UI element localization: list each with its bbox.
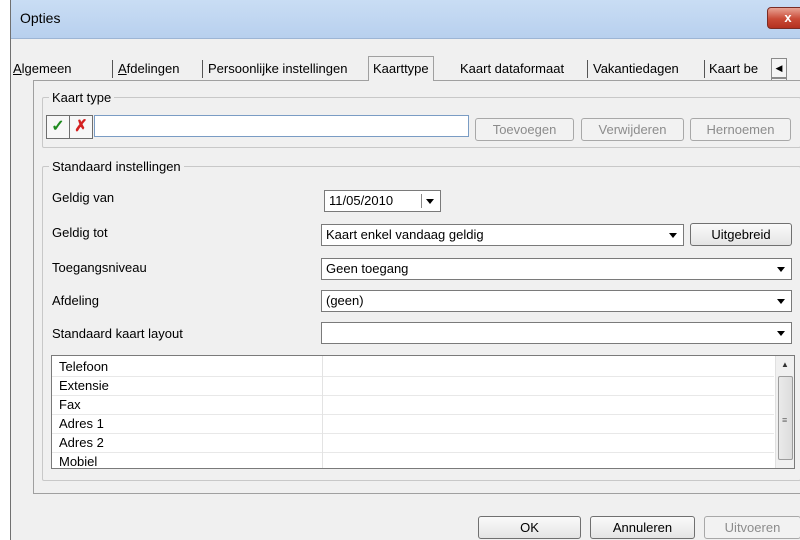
cancel-x-icon[interactable]: ✗ xyxy=(69,115,93,139)
list-item[interactable]: Adres 1 xyxy=(52,413,774,434)
verwijderen-button[interactable]: Verwijderen xyxy=(581,118,684,141)
list-item[interactable]: Fax xyxy=(52,394,774,415)
geldig-tot-value: Kaart enkel vandaag geldig xyxy=(326,227,484,242)
list-item[interactable]: Adres 2 xyxy=(52,432,774,453)
kaart-type-legend: Kaart type xyxy=(52,90,112,105)
kaart-type-input[interactable] xyxy=(94,115,469,137)
title-bar: Opties x xyxy=(11,0,800,39)
chevron-down-icon xyxy=(669,233,677,238)
uitvoeren-button[interactable]: Uitvoeren xyxy=(704,516,800,539)
tab-kaart-dataformaat[interactable]: Kaart dataformaat xyxy=(460,59,564,79)
hernoemen-button[interactable]: Hernoemen xyxy=(690,118,791,141)
chevron-down-icon xyxy=(426,199,434,204)
list-item[interactable]: Extensie xyxy=(52,375,774,396)
standaard-kaart-layout-select[interactable] xyxy=(321,322,792,344)
tab-separator xyxy=(202,60,203,78)
toevoegen-button[interactable]: Toevoegen xyxy=(475,118,574,141)
geldig-tot-select[interactable]: Kaart enkel vandaag geldig xyxy=(321,224,684,246)
toegangsniveau-value: Geen toegang xyxy=(326,261,409,276)
chevron-down-icon xyxy=(777,331,785,336)
chevron-down-icon xyxy=(777,299,785,304)
tab-kaarttype[interactable]: Kaarttype xyxy=(368,56,434,81)
geldig-van-label: Geldig van xyxy=(52,190,115,205)
grip-icon: ≡ xyxy=(782,415,788,425)
tab-scroll-left-icon[interactable]: ◀ xyxy=(771,58,787,78)
tab-persoonlijke-instellingen[interactable]: Persoonlijke instellingen xyxy=(208,59,347,79)
scroll-up-icon[interactable]: ▲ xyxy=(776,356,794,373)
window-title: Opties xyxy=(20,10,61,26)
list-scrollbar[interactable]: ▲ ≡ xyxy=(775,356,794,468)
tab-strip: Algemeen Afdelingen Persoonlijke instell… xyxy=(11,56,800,98)
dropdown-separator xyxy=(421,194,422,208)
geldig-tot-label: Geldig tot xyxy=(52,225,108,240)
options-dialog: Opties x Algemeen Afdelingen Persoonlijk… xyxy=(10,0,800,540)
standaard-kaart-layout-label: Standaard kaart layout xyxy=(52,326,183,341)
list-item[interactable]: Mobiel xyxy=(52,451,774,468)
tab-separator xyxy=(112,60,113,78)
confirm-check-icon[interactable]: ✓ xyxy=(46,115,70,139)
annuleren-button[interactable]: Annuleren xyxy=(590,516,695,539)
afdeling-select[interactable]: (geen) xyxy=(321,290,792,312)
kaarttype-panel: Kaart type ✓ ✗ Toevoegen Verwijderen Her… xyxy=(33,80,800,494)
tab-kaart-be[interactable]: Kaart be xyxy=(709,59,769,79)
tab-algemeen[interactable]: Algemeen xyxy=(13,59,72,79)
fields-list[interactable]: Telefoon Extensie Fax Adres 1 Adres 2 Mo… xyxy=(51,355,795,469)
tab-separator xyxy=(704,60,705,78)
scroll-thumb[interactable]: ≡ xyxy=(778,376,793,460)
toegangsniveau-label: Toegangsniveau xyxy=(52,260,147,275)
tab-separator xyxy=(587,60,588,78)
close-button[interactable]: x xyxy=(767,7,800,29)
tab-afdelingen[interactable]: Afdelingen xyxy=(118,59,179,79)
ok-button[interactable]: OK xyxy=(478,516,581,539)
tab-vakantiedagen[interactable]: Vakantiedagen xyxy=(593,59,679,79)
standaard-instellingen-legend: Standaard instellingen xyxy=(52,159,181,174)
list-item[interactable]: Telefoon xyxy=(52,356,774,377)
dialog-footer: OK Annuleren Uitvoeren xyxy=(11,492,800,540)
geldig-van-value: 11/05/2010 xyxy=(329,193,394,208)
afdeling-label: Afdeling xyxy=(52,293,99,308)
chevron-down-icon xyxy=(777,267,785,272)
afdeling-value: (geen) xyxy=(326,293,364,308)
geldig-van-datepicker[interactable]: 11/05/2010 xyxy=(324,190,441,212)
uitgebreid-button[interactable]: Uitgebreid xyxy=(690,223,792,246)
toegangsniveau-select[interactable]: Geen toegang xyxy=(321,258,792,280)
